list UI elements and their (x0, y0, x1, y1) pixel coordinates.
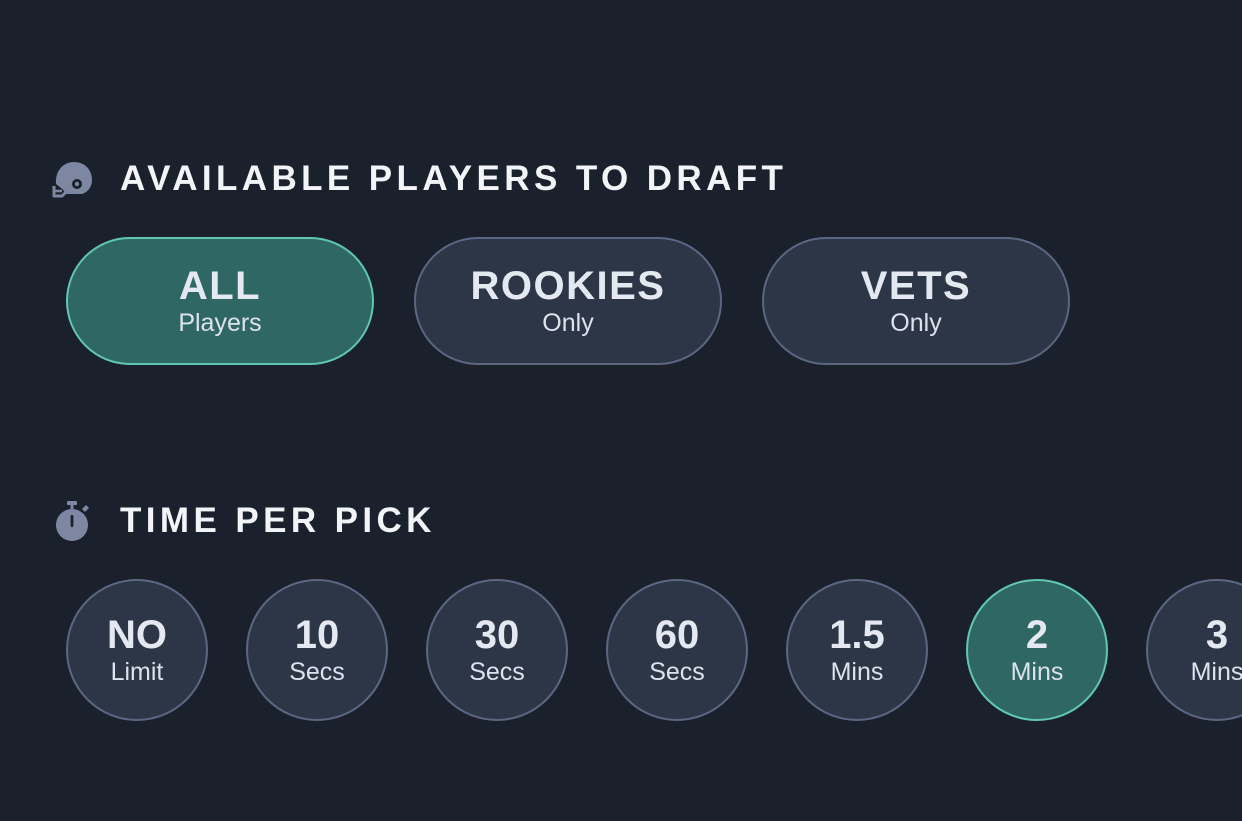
helmet-icon (52, 158, 94, 200)
option-main-label: 2 (1025, 613, 1049, 657)
option-1-5-mins[interactable]: 1.5 Mins (786, 579, 928, 721)
option-main-label: ALL (178, 264, 262, 308)
option-30-secs[interactable]: 30 Secs (426, 579, 568, 721)
players-section-header: AVAILABLE PLAYERS TO DRAFT (52, 158, 787, 200)
option-main-label: ROOKIES (470, 264, 666, 308)
option-sub-label: Mins (830, 658, 884, 686)
option-10-secs[interactable]: 10 Secs (246, 579, 388, 721)
option-sub-label: Mins (1190, 658, 1242, 686)
stopwatch-icon (52, 500, 94, 542)
option-sub-label: Mins (1010, 658, 1064, 686)
option-sub-label: Players (178, 309, 262, 337)
option-all-players[interactable]: ALL Players (66, 237, 374, 365)
players-section-title: AVAILABLE PLAYERS TO DRAFT (120, 159, 788, 198)
option-main-label: 1.5 (829, 613, 885, 657)
option-60-secs[interactable]: 60 Secs (606, 579, 748, 721)
option-sub-label: Only (542, 309, 594, 337)
option-3-mins[interactable]: 3 Mins (1146, 579, 1242, 721)
option-main-label: 10 (294, 613, 340, 657)
option-main-label: 3 (1205, 613, 1229, 657)
option-sub-label: Secs (649, 658, 705, 686)
option-sub-label: Only (890, 309, 942, 337)
option-main-label: NO (107, 613, 167, 657)
option-no-limit[interactable]: NO Limit (66, 579, 208, 721)
option-vets-only[interactable]: VETS Only (762, 237, 1070, 365)
option-sub-label: Limit (110, 658, 164, 686)
option-main-label: 60 (654, 613, 700, 657)
option-rookies-only[interactable]: ROOKIES Only (414, 237, 722, 365)
option-2-mins[interactable]: 2 Mins (966, 579, 1108, 721)
option-main-label: VETS (860, 264, 972, 308)
option-main-label: 30 (474, 613, 520, 657)
time-section-header: TIME PER PICK (52, 500, 436, 542)
option-sub-label: Secs (469, 658, 525, 686)
option-sub-label: Secs (289, 658, 345, 686)
time-section-title: TIME PER PICK (120, 501, 436, 540)
